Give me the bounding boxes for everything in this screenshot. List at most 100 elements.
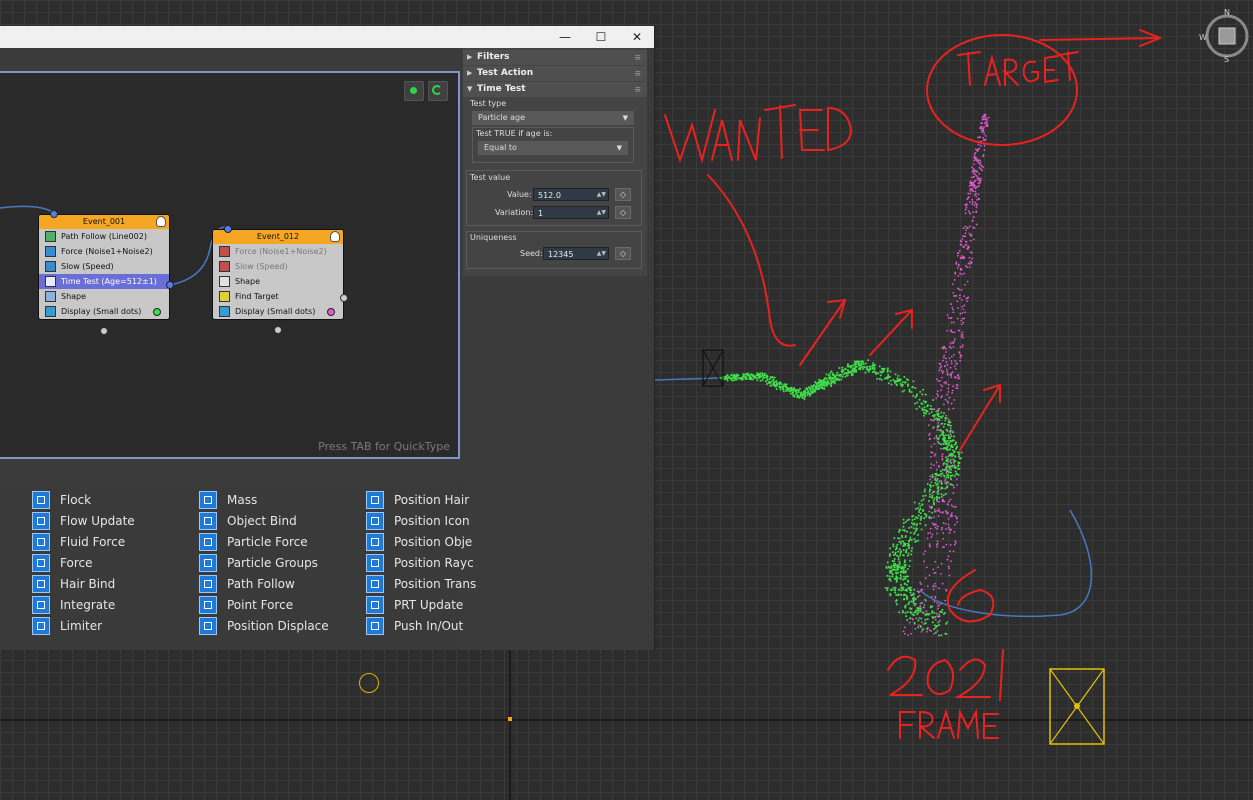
- test-type-dropdown[interactable]: Particle age ▼: [472, 111, 634, 125]
- variation-label: Variation:: [495, 208, 534, 217]
- close-button[interactable]: ✕: [620, 26, 654, 48]
- depot-item[interactable]: Particle Force: [199, 532, 377, 552]
- display-color-swatch[interactable]: [153, 308, 161, 316]
- minimize-button[interactable]: —: [548, 26, 582, 48]
- depot-item[interactable]: Position Obje: [366, 532, 490, 552]
- operator-icon: [32, 512, 50, 530]
- force-icon: [219, 246, 230, 257]
- value-spinner[interactable]: 512.0 ▲▼: [533, 188, 609, 201]
- annotation-target-circle: [926, 34, 1078, 146]
- depot-item[interactable]: Position Trans: [366, 574, 490, 594]
- event-001-node[interactable]: Event_001 Path Follow (Line002) Force (N…: [38, 214, 170, 320]
- depot-item[interactable]: Position Icon: [366, 511, 490, 531]
- viewcube: [1205, 14, 1249, 58]
- parameters-panel: ▶ Filters ≡ ▶ Test Action ≡ ▼ Time Test ≡ Test…: [463, 48, 647, 276]
- operator-display[interactable]: Display (Small dots): [39, 304, 169, 319]
- shape-icon: [219, 276, 230, 287]
- find-target-icon: [219, 291, 230, 302]
- operator-icon: [366, 491, 384, 509]
- time-test-output-port[interactable]: [166, 281, 174, 289]
- particle-graph[interactable]: Event_001 Path Follow (Line002) Force (N…: [0, 71, 460, 459]
- event-012-node[interactable]: Event_012 Force (Noise1+Noise2) Slow (Sp…: [212, 229, 344, 320]
- rollout-time-test[interactable]: ▼ Time Test ≡: [463, 82, 647, 97]
- depot-item[interactable]: Flow Update: [32, 511, 210, 531]
- depot-item[interactable]: Force: [32, 553, 210, 573]
- seed-spinner[interactable]: 12345 ▲▼: [543, 247, 609, 260]
- operator-path-follow[interactable]: Path Follow (Line002): [39, 229, 169, 244]
- seed-new-button[interactable]: ◇: [615, 247, 631, 260]
- depot-item[interactable]: Flock: [32, 490, 210, 510]
- maximize-button[interactable]: ☐: [584, 26, 618, 48]
- particle-view-window: — ☐ ✕ Event_001 Path Follow (Line002) Fo…: [0, 26, 655, 650]
- seed-label: Seed:: [520, 249, 543, 258]
- depot-item[interactable]: Hair Bind: [32, 574, 210, 594]
- pink-particles: [902, 113, 990, 636]
- operator-icon: [32, 554, 50, 572]
- operator-icon: [366, 533, 384, 551]
- operator-icon: [199, 617, 217, 635]
- operator-slow-disabled[interactable]: Slow (Speed): [213, 259, 343, 274]
- depot-item[interactable]: Integrate: [32, 595, 210, 615]
- depot-item[interactable]: Particle Groups: [199, 553, 377, 573]
- depot-item[interactable]: Limiter: [32, 616, 210, 636]
- origin-marker: [508, 717, 512, 721]
- value-key-button[interactable]: ◇: [615, 188, 631, 201]
- bulb-icon[interactable]: [156, 216, 166, 227]
- display-color-swatch[interactable]: [327, 308, 335, 316]
- spinner-arrows-icon[interactable]: ▲▼: [597, 247, 606, 260]
- operator-slow[interactable]: Slow (Speed): [39, 259, 169, 274]
- window-titlebar: — ☐ ✕: [0, 26, 654, 48]
- dropdown-arrow-icon: ▼: [622, 114, 628, 122]
- depot-item[interactable]: Object Bind: [199, 511, 377, 531]
- test-true-dropdown[interactable]: Equal to ▼: [478, 141, 628, 155]
- spinner-arrows-icon[interactable]: ▲▼: [597, 206, 606, 219]
- rollout-test-action[interactable]: ▶ Test Action ≡: [463, 66, 647, 81]
- operator-shape[interactable]: Shape: [39, 289, 169, 304]
- rollout-filters[interactable]: ▶ Filters ≡: [463, 50, 647, 65]
- event-001-input-port[interactable]: [50, 210, 58, 218]
- depot-item[interactable]: Position Displace: [199, 616, 377, 636]
- operator-force[interactable]: Force (Noise1+Noise2): [39, 244, 169, 259]
- path-follow-icon: [45, 231, 56, 242]
- event-012-output-port[interactable]: [274, 326, 282, 334]
- variation-spinner[interactable]: 1 ▲▼: [533, 206, 609, 219]
- event-012-input-port[interactable]: [224, 225, 232, 233]
- operator-icon: [199, 596, 217, 614]
- event-001-header[interactable]: Event_001: [39, 215, 169, 229]
- operator-depot: Flock Flow Update Fluid Force Force Hair Bin…: [0, 482, 476, 650]
- operator-icon: [199, 491, 217, 509]
- depot-item[interactable]: Position Hair: [366, 490, 490, 510]
- variation-key-button[interactable]: ◇: [615, 206, 631, 219]
- depot-item[interactable]: Fluid Force: [32, 532, 210, 552]
- shape-icon: [45, 291, 56, 302]
- depot-item[interactable]: Path Follow: [199, 574, 377, 594]
- depot-item[interactable]: Mass: [199, 490, 377, 510]
- operator-icon: [366, 554, 384, 572]
- slow-icon: [219, 261, 230, 272]
- operator-display[interactable]: Display (Small dots): [213, 304, 343, 319]
- operator-icon: [199, 575, 217, 593]
- compass-w: W: [1199, 33, 1207, 42]
- operator-find-target[interactable]: Find Target: [213, 289, 343, 304]
- operator-icon: [32, 617, 50, 635]
- bulb-icon[interactable]: [330, 231, 340, 242]
- operator-force-disabled[interactable]: Force (Noise1+Noise2): [213, 244, 343, 259]
- operator-icon: [366, 575, 384, 593]
- event-012-header[interactable]: Event_012: [213, 230, 343, 244]
- display-icon: [219, 306, 230, 317]
- depot-item[interactable]: Point Force: [199, 595, 377, 615]
- depot-item[interactable]: PRT Update: [366, 595, 490, 615]
- uniqueness-label: Uniqueness: [470, 233, 517, 242]
- event-001-output-port[interactable]: [100, 327, 108, 335]
- event-012-title: Event_012: [256, 232, 300, 241]
- operator-icon: [199, 533, 217, 551]
- find-target-output-port[interactable]: [340, 294, 348, 302]
- depot-item[interactable]: Position Rayc: [366, 553, 490, 573]
- test-value-label: Test value: [470, 173, 511, 182]
- quicktype-hint: Press TAB for QuickType: [318, 440, 450, 453]
- depot-item[interactable]: Push In/Out: [366, 616, 490, 636]
- spinner-arrows-icon[interactable]: ▲▼: [597, 188, 606, 201]
- point-helper-icon[interactable]: [359, 673, 379, 693]
- operator-shape[interactable]: Shape: [213, 274, 343, 289]
- operator-time-test[interactable]: Time Test (Age=512±1): [39, 274, 169, 289]
